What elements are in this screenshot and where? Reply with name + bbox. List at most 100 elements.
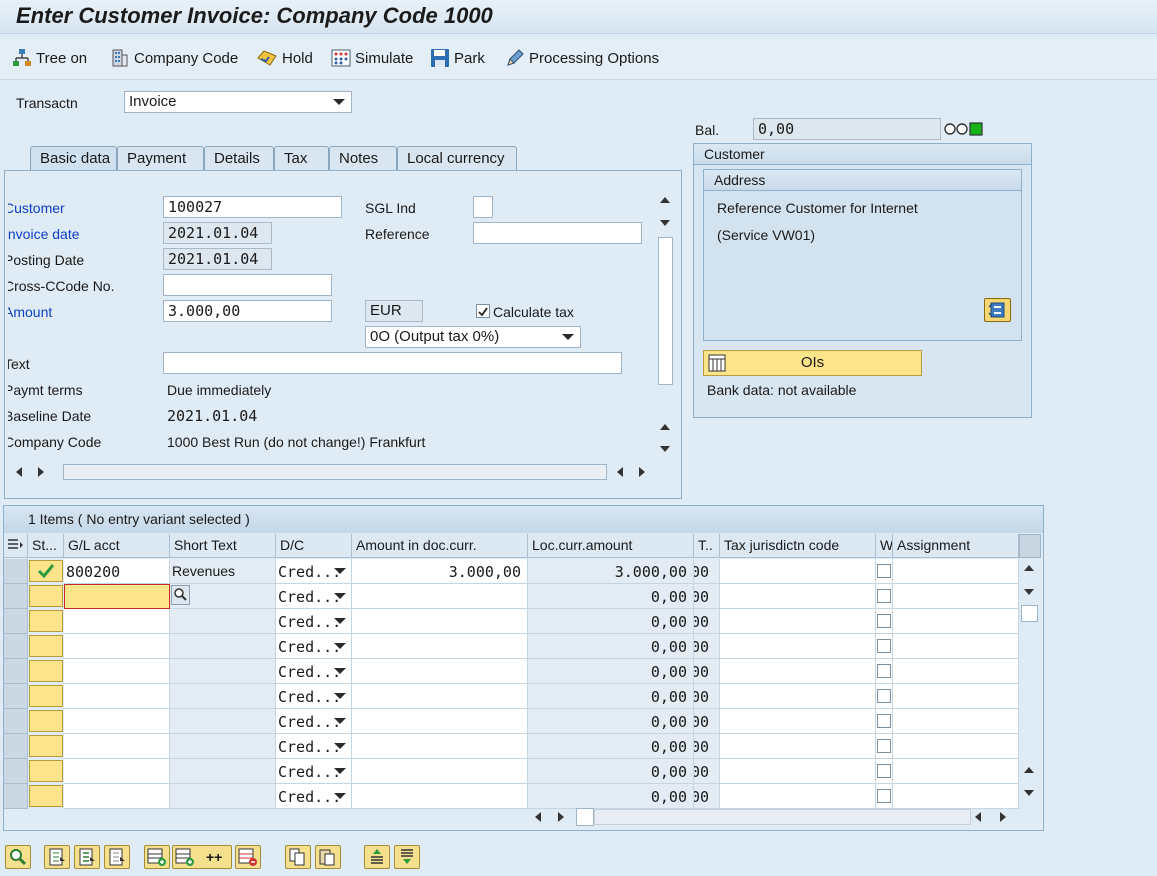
status-cell[interactable] bbox=[29, 560, 63, 582]
col-loc-amount[interactable]: Loc.curr.amount bbox=[528, 534, 694, 558]
scroll-thumb[interactable] bbox=[658, 237, 673, 385]
amount-doc-cell[interactable] bbox=[352, 759, 528, 784]
amount-field[interactable]: 3.000,00 bbox=[163, 300, 332, 322]
status-cell[interactable] bbox=[29, 585, 63, 607]
status-cell[interactable] bbox=[29, 685, 63, 707]
gl-acct-cell[interactable] bbox=[64, 584, 170, 609]
scroll-left-icon[interactable] bbox=[975, 812, 981, 822]
w-cell[interactable] bbox=[876, 784, 893, 809]
invoice-date-field[interactable]: 2021.01.04 bbox=[163, 222, 272, 244]
sgl-ind-field[interactable] bbox=[473, 196, 493, 218]
scroll-thumb[interactable] bbox=[1021, 605, 1038, 622]
scroll-thumb[interactable] bbox=[63, 464, 607, 480]
gl-acct-cell[interactable] bbox=[64, 784, 170, 809]
col-assignment[interactable]: Assignment bbox=[893, 534, 1019, 558]
tax-jurisdiction-cell[interactable] bbox=[720, 684, 876, 709]
tax-jurisdiction-cell[interactable] bbox=[720, 559, 876, 584]
dc-select[interactable]: Cred... bbox=[276, 784, 352, 809]
row-selector[interactable] bbox=[4, 634, 28, 659]
value-help-button[interactable] bbox=[171, 585, 190, 605]
dc-select[interactable]: Cred... bbox=[276, 659, 352, 684]
company-code-button[interactable]: Company Code bbox=[110, 46, 238, 70]
tab-tax[interactable]: Tax bbox=[274, 146, 329, 171]
scroll-down-icon[interactable] bbox=[660, 220, 670, 226]
gl-acct-cell[interactable] bbox=[64, 609, 170, 634]
paste-row-button[interactable] bbox=[315, 845, 341, 869]
customer-field[interactable]: 100027 bbox=[163, 196, 342, 218]
col-short-text[interactable]: Short Text bbox=[170, 534, 276, 558]
col-gl-acct[interactable]: G/L acct bbox=[64, 534, 170, 558]
row-selector[interactable] bbox=[4, 684, 28, 709]
tab-details[interactable]: Details bbox=[204, 146, 274, 171]
tab-basic-data[interactable]: Basic data bbox=[30, 146, 117, 171]
tax-jurisdiction-cell[interactable] bbox=[720, 659, 876, 684]
gl-acct-cell[interactable] bbox=[64, 734, 170, 759]
assignment-cell[interactable] bbox=[893, 709, 1019, 734]
amount-doc-cell[interactable] bbox=[352, 734, 528, 759]
status-cell[interactable] bbox=[29, 660, 63, 682]
calculate-tax-checkbox[interactable] bbox=[476, 304, 490, 318]
tax-jurisdiction-cell[interactable] bbox=[720, 584, 876, 609]
gl-acct-cell[interactable]: 800200 bbox=[64, 559, 170, 584]
open-items-button[interactable]: OIs bbox=[703, 350, 922, 376]
scroll-left-icon[interactable] bbox=[16, 467, 22, 477]
tab-notes[interactable]: Notes bbox=[329, 146, 397, 171]
processing-options-button[interactable]: Processing Options bbox=[505, 46, 659, 70]
assignment-cell[interactable] bbox=[893, 784, 1019, 809]
copy-row-button[interactable] bbox=[285, 845, 311, 869]
col-dc[interactable]: D/C bbox=[276, 534, 352, 558]
tax-jurisdiction-cell[interactable] bbox=[720, 634, 876, 659]
amount-doc-cell[interactable]: 3.000,00 bbox=[352, 559, 528, 584]
gl-acct-cell[interactable] bbox=[64, 684, 170, 709]
park-button[interactable]: Park bbox=[430, 46, 485, 70]
scroll-right-icon[interactable] bbox=[639, 467, 645, 477]
simulate-button[interactable]: Simulate bbox=[331, 46, 413, 70]
row-selector[interactable] bbox=[4, 559, 28, 584]
status-cell[interactable] bbox=[29, 760, 63, 782]
posting-date-field[interactable]: 2021.01.04 bbox=[163, 248, 272, 270]
dc-select[interactable]: Cred... bbox=[276, 559, 352, 584]
w-checkbox[interactable] bbox=[877, 664, 891, 678]
amount-doc-cell[interactable] bbox=[352, 609, 528, 634]
scroll-up-icon[interactable] bbox=[1024, 565, 1034, 571]
scroll-left-icon[interactable] bbox=[617, 467, 623, 477]
address-details-button[interactable] bbox=[984, 298, 1011, 322]
row-selector[interactable] bbox=[4, 584, 28, 609]
amount-doc-cell[interactable] bbox=[352, 659, 528, 684]
status-cell[interactable] bbox=[29, 610, 63, 632]
dc-select[interactable]: Cred... bbox=[276, 634, 352, 659]
delete-row-button[interactable] bbox=[235, 845, 261, 869]
row-selector[interactable] bbox=[4, 659, 28, 684]
assignment-cell[interactable] bbox=[893, 559, 1019, 584]
select-all-button[interactable] bbox=[4, 534, 28, 558]
scroll-right-icon[interactable] bbox=[558, 812, 564, 822]
col-tax-code[interactable]: T.. bbox=[694, 534, 720, 558]
tax-jurisdiction-cell[interactable] bbox=[720, 784, 876, 809]
tax-jurisdiction-cell[interactable] bbox=[720, 759, 876, 784]
col-w[interactable]: W bbox=[876, 534, 893, 558]
gl-acct-cell[interactable] bbox=[64, 634, 170, 659]
reference-field[interactable] bbox=[473, 222, 642, 244]
tax-code-select[interactable]: 0O (Output tax 0%) bbox=[365, 326, 581, 348]
w-cell[interactable] bbox=[876, 709, 893, 734]
form-vertical-scrollbar[interactable] bbox=[656, 192, 676, 458]
col-tax-jurisdiction[interactable]: Tax jurisdictn code bbox=[720, 534, 876, 558]
tax-jurisdiction-cell[interactable] bbox=[720, 709, 876, 734]
scroll-down-icon[interactable] bbox=[1024, 790, 1034, 796]
assignment-cell[interactable] bbox=[893, 759, 1019, 784]
scroll-up-icon[interactable] bbox=[660, 197, 670, 203]
tax-jurisdiction-cell[interactable] bbox=[720, 609, 876, 634]
dc-select[interactable]: Cred... bbox=[276, 734, 352, 759]
scroll-down-icon[interactable] bbox=[1024, 589, 1034, 595]
row-selector[interactable] bbox=[4, 709, 28, 734]
dc-select[interactable]: Cred... bbox=[276, 609, 352, 634]
cross-ccode-field[interactable] bbox=[163, 274, 332, 296]
tree-on-button[interactable]: Tree on bbox=[12, 46, 87, 70]
status-cell[interactable] bbox=[29, 785, 63, 807]
col-status[interactable]: St... bbox=[28, 534, 64, 558]
scroll-up-icon[interactable] bbox=[660, 424, 670, 430]
form-horizontal-scrollbar[interactable] bbox=[10, 462, 655, 482]
dc-select[interactable]: Cred... bbox=[276, 584, 352, 609]
amount-doc-cell[interactable] bbox=[352, 709, 528, 734]
tab-payment[interactable]: Payment bbox=[117, 146, 204, 171]
